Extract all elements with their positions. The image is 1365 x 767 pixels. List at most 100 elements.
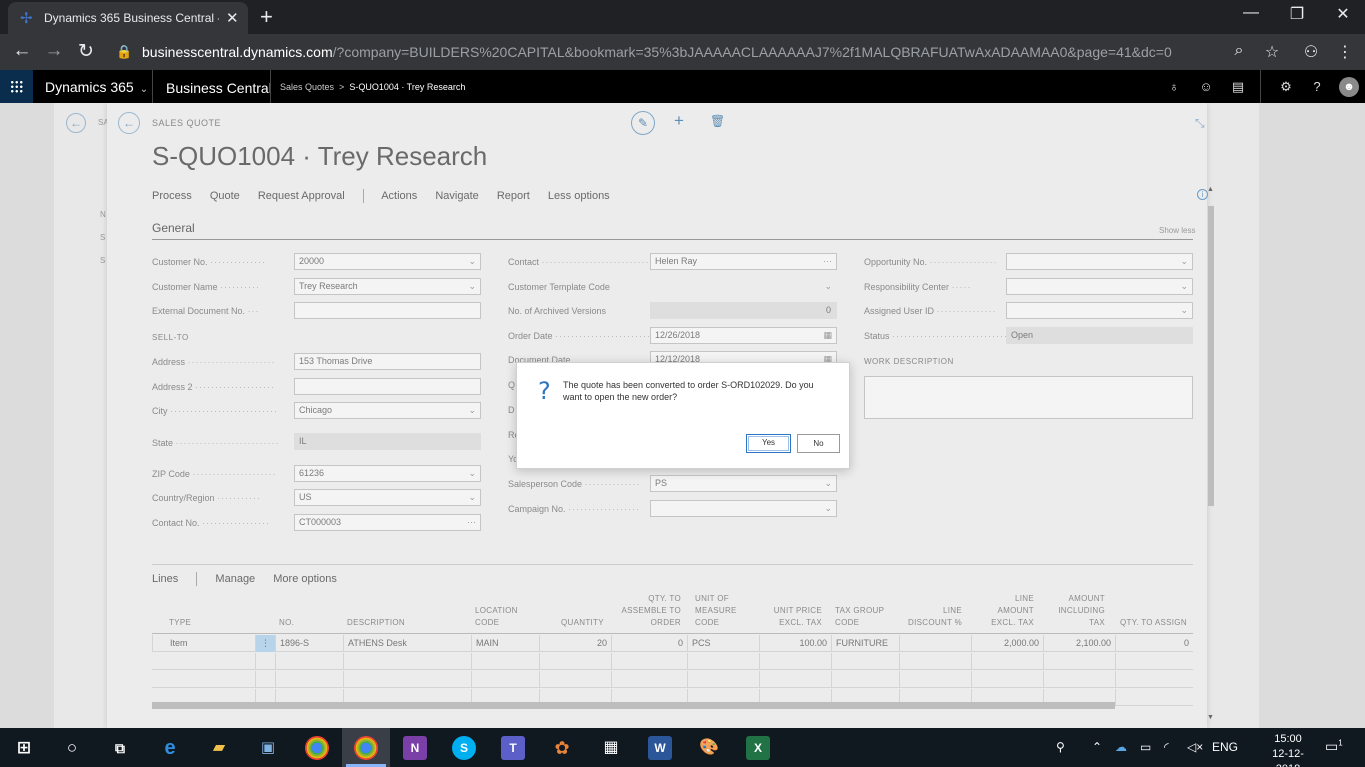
- action-process[interactable]: Process: [152, 190, 192, 202]
- skype-icon[interactable]: S: [452, 736, 476, 760]
- table-row[interactable]: [152, 653, 1193, 670]
- settings-gear-icon[interactable]: ⚙: [1277, 79, 1295, 95]
- cell-discount[interactable]: [899, 635, 971, 652]
- zoom-icon[interactable]: ⌕: [1228, 42, 1250, 60]
- cell-tax-group[interactable]: FURNITURE: [831, 635, 899, 652]
- customer-name-field[interactable]: Trey Research ⌄: [294, 278, 481, 295]
- input-language[interactable]: ENG: [1212, 740, 1238, 754]
- calculator-icon[interactable]: ▦: [599, 736, 623, 760]
- collapse-icon[interactable]: ⤡: [1195, 116, 1205, 131]
- table-row[interactable]: [152, 671, 1193, 688]
- responsibility-center-field[interactable]: ⌄: [1006, 278, 1193, 295]
- col-discount[interactable]: LINE DISCOUNT %: [902, 605, 962, 629]
- zip-field[interactable]: 61236 ⌄: [294, 465, 481, 482]
- reload-icon[interactable]: ↻: [74, 40, 98, 63]
- teams-icon[interactable]: T: [501, 736, 525, 760]
- lines-tab[interactable]: Lines: [152, 573, 178, 585]
- chat-icon[interactable]: ▤: [1229, 79, 1247, 95]
- customer-template-field[interactable]: ⌄: [650, 278, 837, 295]
- opportunity-field[interactable]: ⌄: [1006, 253, 1193, 270]
- notifications-icon[interactable]: ▭1: [1325, 738, 1343, 755]
- cell-no[interactable]: 1896-S: [275, 635, 343, 652]
- bookmark-star-icon[interactable]: ☆: [1261, 42, 1283, 62]
- volume-muted-icon[interactable]: ◁×: [1187, 740, 1203, 754]
- action-report[interactable]: Report: [497, 190, 530, 202]
- extension-icon[interactable]: ⚇: [1300, 42, 1322, 62]
- battery-icon[interactable]: ▭: [1140, 740, 1151, 754]
- lightbulb-icon[interactable]: ♁: [1165, 79, 1183, 94]
- cell-uom[interactable]: PCS: [687, 635, 759, 652]
- help-icon[interactable]: ?: [1308, 79, 1326, 94]
- action-less-options[interactable]: Less options: [548, 190, 610, 202]
- contact-field[interactable]: Helen Ray ···: [650, 253, 837, 270]
- back-arrow-icon[interactable]: ←: [118, 112, 140, 134]
- cell-location[interactable]: MAIN: [471, 635, 539, 652]
- wifi-icon[interactable]: ◜: [1164, 740, 1169, 754]
- address2-field[interactable]: [294, 378, 481, 395]
- minimize-icon[interactable]: —: [1236, 4, 1266, 22]
- cell-qty-assign[interactable]: 0: [1115, 635, 1193, 652]
- new-tab-icon[interactable]: +: [260, 4, 273, 30]
- state-field[interactable]: IL: [294, 433, 481, 450]
- dynamics-365-menu[interactable]: Dynamics 365 ⌄: [45, 79, 148, 95]
- order-date-field[interactable]: 12/26/2018 ▦: [650, 327, 837, 344]
- action-request-approval[interactable]: Request Approval: [258, 190, 345, 202]
- col-location[interactable]: LOCATION CODE: [475, 605, 518, 629]
- col-assemble[interactable]: QTY. TO ASSEMBLE TO ORDER: [614, 593, 681, 629]
- user-avatar[interactable]: ☻: [1339, 77, 1359, 97]
- col-uom[interactable]: UNIT OF MEASURE CODE: [695, 593, 737, 629]
- restore-icon[interactable]: ❐: [1282, 4, 1312, 24]
- cell-quantity[interactable]: 20: [539, 635, 611, 652]
- search-circle-icon[interactable]: ○: [60, 736, 84, 760]
- address-field[interactable]: 153 Thomas Drive: [294, 353, 481, 370]
- col-qty-assign[interactable]: QTY. TO ASSIGN: [1120, 617, 1187, 629]
- paint-icon[interactable]: 🎨: [697, 736, 721, 760]
- chrome-icon[interactable]: [305, 736, 329, 760]
- action-quote[interactable]: Quote: [210, 190, 240, 202]
- app-launcher-waffle-icon[interactable]: [0, 70, 33, 103]
- system-clock[interactable]: 15:0012-12-2018: [1262, 732, 1314, 767]
- browser-tab[interactable]: ✢ Dynamics 365 Business Central - ✕: [8, 2, 248, 34]
- task-view-icon[interactable]: ⧉: [108, 736, 132, 760]
- col-quantity[interactable]: QUANTITY: [561, 617, 604, 629]
- col-unit-price[interactable]: UNIT PRICE EXCL. TAX: [760, 605, 822, 629]
- chrome-active-icon[interactable]: [354, 736, 378, 760]
- page-scrollbar[interactable]: ▲ ▼: [1207, 186, 1217, 721]
- url-field[interactable]: 🔒 businesscentral.dynamics.com/?company=…: [110, 38, 1290, 66]
- action-navigate[interactable]: Navigate: [435, 190, 478, 202]
- close-tab-icon[interactable]: ✕: [226, 9, 239, 27]
- edit-pencil-icon[interactable]: ✎: [631, 111, 655, 135]
- country-field[interactable]: US ⌄: [294, 489, 481, 506]
- action-actions[interactable]: Actions: [381, 190, 417, 202]
- city-field[interactable]: Chicago ⌄: [294, 402, 481, 419]
- manage-tab[interactable]: Manage: [215, 573, 255, 585]
- onedrive-icon[interactable]: ☁: [1115, 740, 1127, 754]
- col-no[interactable]: NO.: [279, 617, 294, 629]
- grid-horizontal-scrollbar[interactable]: [152, 702, 1115, 709]
- background-back-icon[interactable]: ←: [66, 113, 86, 133]
- cell-unit-price[interactable]: 100.00: [759, 635, 831, 652]
- work-description-textarea[interactable]: [864, 376, 1193, 419]
- more-options-tab[interactable]: More options: [273, 573, 337, 585]
- campaign-field[interactable]: ⌄: [650, 500, 837, 517]
- cell-type[interactable]: Item: [152, 635, 255, 652]
- no-button[interactable]: No: [797, 434, 840, 453]
- remote-desktop-icon[interactable]: ▣: [256, 736, 280, 760]
- edge-icon[interactable]: e: [158, 736, 182, 760]
- onenote-icon[interactable]: N: [403, 736, 427, 760]
- word-icon[interactable]: W: [648, 736, 672, 760]
- col-amount-incl[interactable]: AMOUNT INCLUDING TAX: [1045, 593, 1105, 629]
- close-window-icon[interactable]: ✕: [1328, 4, 1358, 24]
- col-type[interactable]: TYPE: [169, 617, 191, 629]
- back-icon[interactable]: ←: [10, 40, 34, 62]
- forward-icon[interactable]: →: [42, 40, 66, 62]
- breadcrumb-parent[interactable]: Sales Quotes: [280, 82, 334, 92]
- table-row[interactable]: Item ⋮ 1896-S ATHENS Desk MAIN 20 0 PCS …: [152, 635, 1193, 652]
- row-menu-ellipsis-icon[interactable]: ⋮: [255, 635, 275, 652]
- col-description[interactable]: DESCRIPTION: [347, 617, 405, 629]
- excel-icon[interactable]: X: [746, 736, 770, 760]
- customer-no-field[interactable]: 20000 ⌄: [294, 253, 481, 270]
- add-new-icon[interactable]: +: [674, 111, 684, 131]
- smiley-icon[interactable]: ☺: [1197, 79, 1215, 94]
- delete-trash-icon[interactable]: 🗑: [710, 114, 725, 128]
